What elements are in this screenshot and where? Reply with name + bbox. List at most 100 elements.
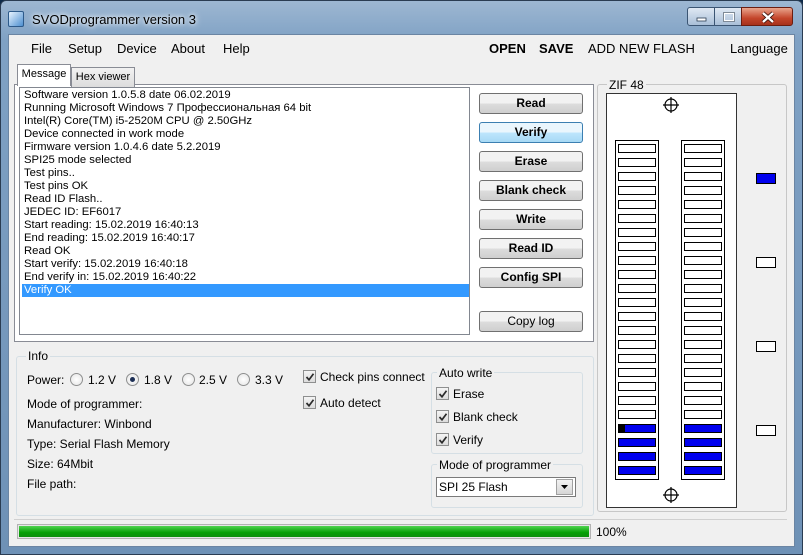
chevron-down-icon	[561, 485, 568, 489]
checkmark-icon	[438, 413, 448, 422]
log-line[interactable]: Read OK	[22, 245, 469, 258]
zif-pin	[684, 424, 722, 433]
zif-pin	[684, 396, 722, 405]
zif-pin	[618, 214, 656, 223]
menu-setup[interactable]: Setup	[68, 41, 102, 56]
log-line[interactable]: Read ID Flash..	[22, 193, 469, 206]
check-pins-label: Check pins connect	[320, 370, 425, 384]
log-line[interactable]: Test pins..	[22, 167, 469, 180]
zif-pin	[618, 256, 656, 265]
menu-file[interactable]: File	[31, 41, 52, 56]
close-button[interactable]	[741, 7, 793, 26]
zif-label: ZIF 48	[607, 78, 646, 92]
voltage-radio-1-2[interactable]	[70, 373, 83, 386]
auto-blank-check-checkbox[interactable]	[436, 410, 449, 423]
auto-blank-check-label: Blank check	[453, 410, 518, 424]
erase-button[interactable]: Erase	[479, 151, 583, 172]
zif-pin	[684, 214, 722, 223]
open-action[interactable]: OPEN	[489, 41, 526, 56]
zif-pin	[684, 284, 722, 293]
voltage-radio-1-8[interactable]	[126, 373, 139, 386]
config-spi-button[interactable]: Config SPI	[479, 267, 583, 288]
manufacturer-info: Manufacturer: Winbond	[27, 417, 152, 431]
blank-check-button[interactable]: Blank check	[479, 180, 583, 201]
menu-about[interactable]: About	[171, 41, 205, 56]
read-button[interactable]: Read	[479, 93, 583, 114]
zif-pin	[684, 382, 722, 391]
zif-pin	[684, 172, 722, 181]
checkmark-icon	[438, 436, 448, 445]
status-divider	[14, 519, 787, 520]
tab-message[interactable]: Message	[17, 64, 71, 86]
size-info: Size: 64Mbit	[27, 457, 94, 471]
mode-of-programmer-info: Mode of programmer:	[27, 397, 143, 411]
voltage-label-1-8: 1.8 V	[144, 373, 173, 387]
zif-pin	[618, 186, 656, 195]
log-line[interactable]: Verify OK	[22, 284, 469, 297]
auto-erase-checkbox[interactable]	[436, 387, 449, 400]
log-line[interactable]: Test pins OK	[22, 180, 469, 193]
checkmark-icon	[438, 390, 448, 399]
maximize-button[interactable]	[714, 7, 742, 26]
auto-detect-label: Auto detect	[320, 396, 381, 410]
minimize-icon	[696, 17, 707, 22]
mode-group-label: Mode of programmer	[437, 458, 554, 472]
log-line[interactable]: Running Microsoft Windows 7 Профессионал…	[22, 102, 469, 115]
log-line[interactable]: Start verify: 15.02.2019 16:40:18	[22, 258, 469, 271]
log-line[interactable]: Firmware version 1.0.4.6 date 5.2.2019	[22, 141, 469, 154]
side-indicator	[756, 341, 776, 352]
voltage-label-2-5: 2.5 V	[199, 373, 228, 387]
zif-pin	[684, 438, 722, 447]
log-line[interactable]: End verify in: 15.02.2019 16:40:22	[22, 271, 469, 284]
log-line[interactable]: Device connected in work mode	[22, 128, 469, 141]
zif-pin	[618, 466, 656, 475]
zif-pins-left	[615, 140, 659, 480]
zif-pin	[618, 284, 656, 293]
progress-bar	[17, 524, 591, 539]
zif-pins-right	[681, 140, 725, 480]
zif-pin	[618, 396, 656, 405]
auto-erase-label: Erase	[453, 387, 485, 401]
zif-pin	[618, 438, 656, 447]
minimize-button[interactable]	[687, 7, 715, 26]
save-action[interactable]: SAVE	[539, 41, 573, 56]
progress-label: 100%	[596, 525, 627, 539]
read-id-button[interactable]: Read ID	[479, 238, 583, 259]
auto-verify-label: Verify	[453, 433, 484, 447]
mode-select[interactable]: SPI 25 Flash	[436, 477, 576, 497]
voltage-label-3-3: 3.3 V	[255, 373, 284, 387]
auto-detect-checkbox[interactable]	[303, 396, 316, 409]
menu-help[interactable]: Help	[223, 41, 250, 56]
copy-log-button[interactable]: Copy log	[479, 311, 583, 332]
verify-button[interactable]: Verify	[479, 122, 583, 143]
voltage-radio-3-3[interactable]	[237, 373, 250, 386]
zif-pin	[618, 368, 656, 377]
voltage-radio-2-5[interactable]	[182, 373, 195, 386]
zif-pin	[618, 326, 656, 335]
check-pins-checkbox[interactable]	[303, 370, 316, 383]
log-line[interactable]: Intel(R) Core(TM) i5-2520M CPU @ 2.50GHz	[22, 115, 469, 128]
auto-verify-checkbox[interactable]	[436, 433, 449, 446]
log-line[interactable]: Start reading: 15.02.2019 16:40:13	[22, 219, 469, 232]
message-log[interactable]: Software version 1.0.5.8 date 06.02.2019…	[19, 87, 470, 335]
zif-pin	[684, 312, 722, 321]
log-line[interactable]: JEDEC ID: EF6017	[22, 206, 469, 219]
app-icon	[8, 11, 24, 27]
zif-pin	[618, 228, 656, 237]
tab-hex-viewer[interactable]: Hex viewer	[71, 67, 135, 87]
log-line[interactable]: End reading: 15.02.2019 16:40:17	[22, 232, 469, 245]
crosshair-icon	[663, 487, 679, 503]
zif-pin	[684, 326, 722, 335]
log-line[interactable]: Software version 1.0.5.8 date 06.02.2019	[22, 89, 469, 102]
add-new-flash-action[interactable]: ADD NEW FLASH	[588, 41, 695, 56]
side-indicator	[756, 257, 776, 268]
zif-pin	[618, 424, 656, 433]
language-menu[interactable]: Language	[730, 41, 788, 56]
mode-select-arrow[interactable]	[556, 479, 573, 495]
zif-pin	[618, 242, 656, 251]
zif-pin	[684, 270, 722, 279]
write-button[interactable]: Write	[479, 209, 583, 230]
menu-device[interactable]: Device	[117, 41, 157, 56]
zif-pin	[684, 158, 722, 167]
log-line[interactable]: SPI25 mode selected	[22, 154, 469, 167]
